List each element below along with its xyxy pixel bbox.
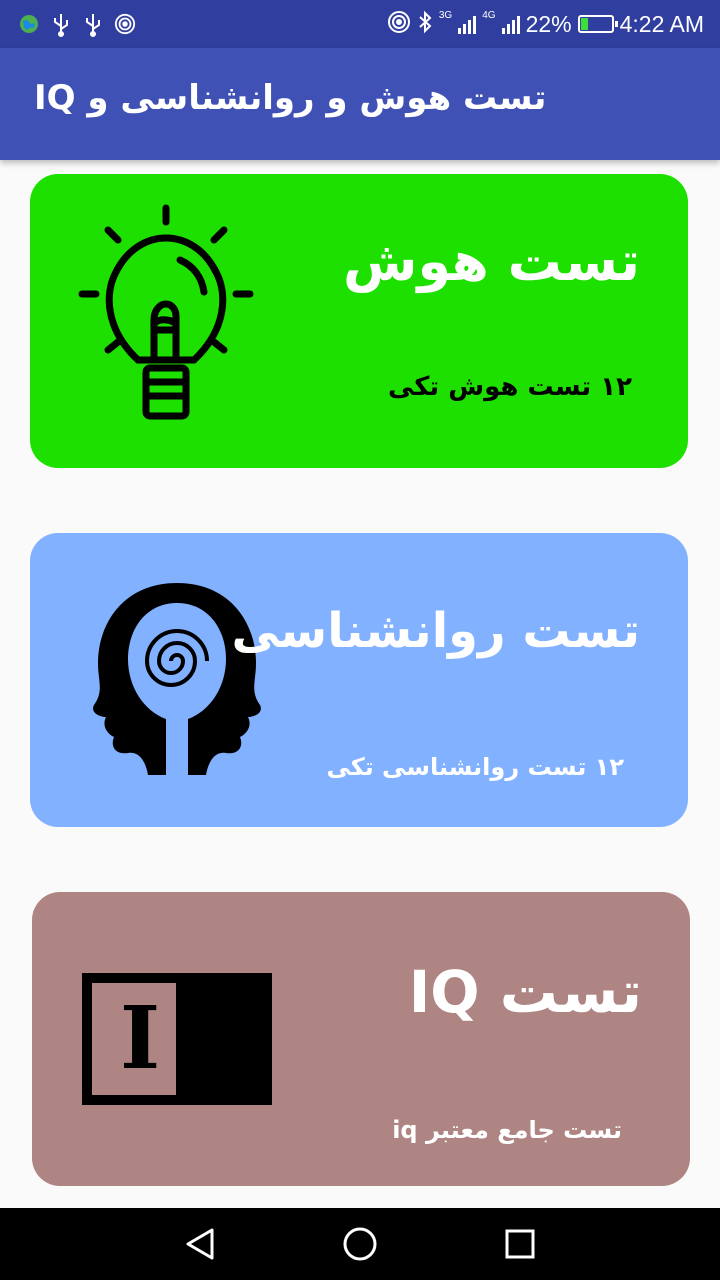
bluetooth-icon <box>417 10 433 39</box>
card-subtitle: ۱۲ تست هوش تکی <box>387 372 632 402</box>
navigation-bar <box>0 1208 720 1280</box>
home-circle-icon[interactable] <box>340 1224 380 1264</box>
clock: 4:22 AM <box>619 11 704 37</box>
card-title: تست روانشناسی <box>231 603 640 659</box>
page-title: تست هوش و روانشناسی و IQ <box>34 78 547 118</box>
card-subtitle: ۱۲ تست روانشناسی تکی <box>326 753 624 781</box>
network-type-1: 3G <box>438 10 453 21</box>
iq-logo-letters: IQ <box>120 988 292 1089</box>
notification-icons <box>18 10 136 38</box>
hotspot-icon <box>114 10 136 38</box>
usb-icon <box>50 10 72 38</box>
psychology-test-card[interactable]: تست روانشناسی ۱۲ تست روانشناسی تکی <box>30 533 688 827</box>
battery-icon <box>577 15 618 33</box>
hotspot-icon <box>387 10 411 39</box>
status-bar: 3G 4G 22% 4:22 AM <box>0 0 720 48</box>
battery-percent: 22% <box>525 11 572 37</box>
system-icons: 3G 4G 22% 4:22 AM <box>387 8 704 40</box>
card-title: تست IQ <box>408 958 642 1026</box>
iq-logo-icon: IQ <box>82 973 272 1105</box>
iq-test-card[interactable]: IQ تست IQ تست جامع معتبر iq <box>32 892 690 1186</box>
lightbulb-icon <box>76 200 256 430</box>
recents-square-icon[interactable] <box>500 1224 540 1264</box>
card-subtitle: تست جامع معتبر iq <box>392 1116 622 1144</box>
back-triangle-icon[interactable] <box>180 1224 220 1264</box>
usb-debug-icon <box>82 10 104 38</box>
card-title: تست هوش <box>343 230 640 293</box>
signal-icon <box>458 14 477 34</box>
network-type-2: 4G <box>482 10 496 21</box>
app-bar: تست هوش و روانشناسی و IQ <box>0 48 720 160</box>
signal-icon <box>501 14 520 34</box>
intelligence-test-card[interactable]: تست هوش ۱۲ تست هوش تکی <box>30 174 688 468</box>
globe-icon <box>18 10 40 38</box>
